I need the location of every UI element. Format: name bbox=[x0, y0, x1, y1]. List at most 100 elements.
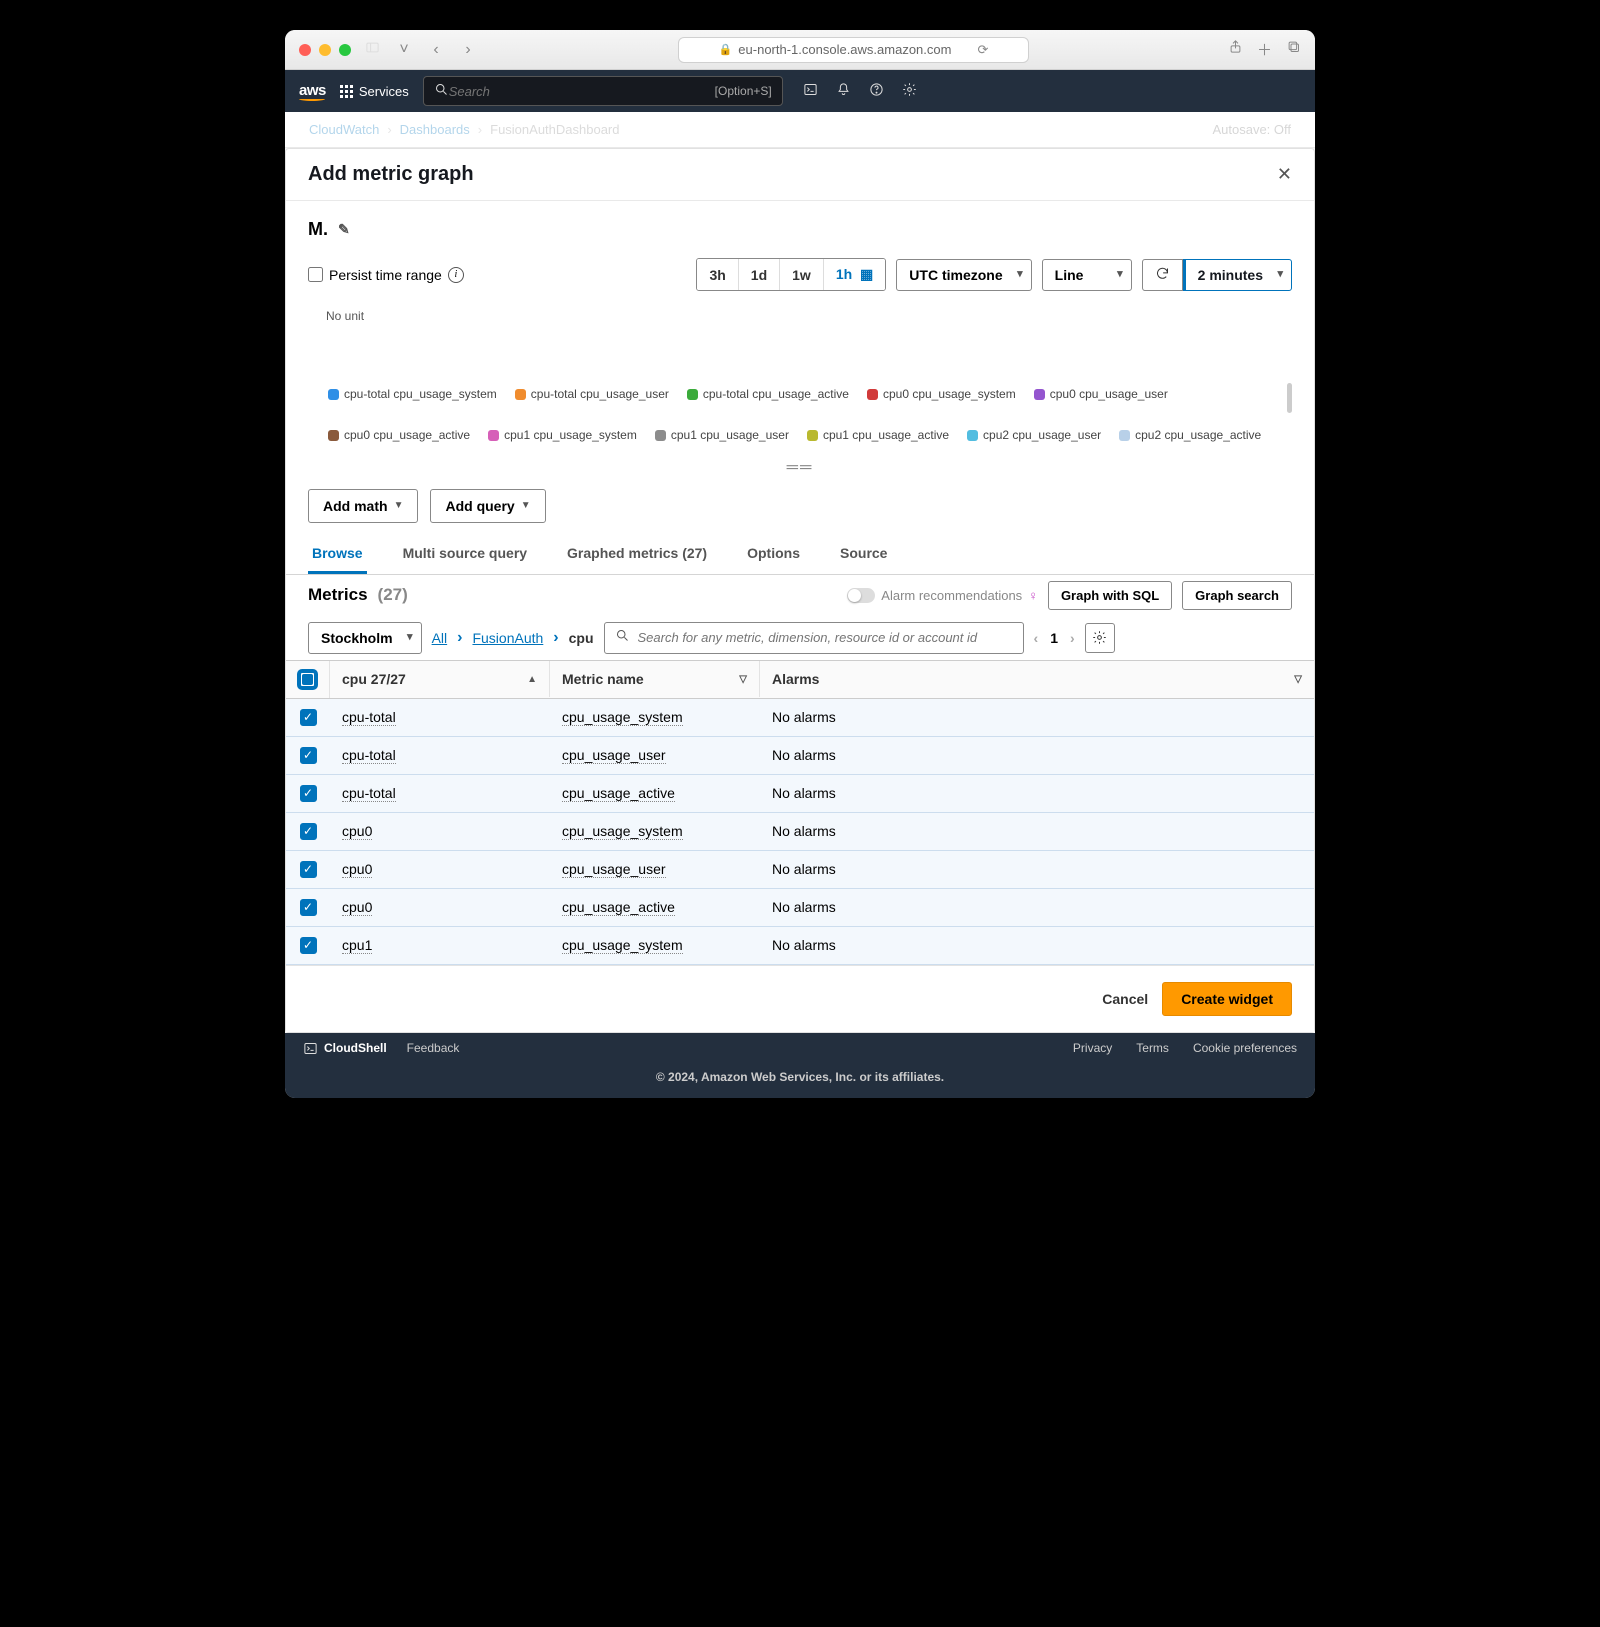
tab-graphed[interactable]: Graphed metrics (27) bbox=[563, 535, 711, 574]
legend-scrollbar[interactable] bbox=[1287, 383, 1292, 413]
metric-cell: cpu_usage_system bbox=[562, 709, 683, 726]
help-icon[interactable] bbox=[869, 82, 884, 100]
row-checkbox[interactable]: ✓ bbox=[300, 747, 317, 764]
aws-search-input[interactable] bbox=[449, 84, 715, 99]
metric-search[interactable] bbox=[604, 622, 1024, 654]
cookie-link[interactable]: Cookie preferences bbox=[1193, 1041, 1297, 1055]
range-1w[interactable]: 1w bbox=[780, 259, 824, 290]
persist-checkbox-input[interactable] bbox=[308, 267, 323, 282]
row-checkbox[interactable]: ✓ bbox=[300, 785, 317, 802]
table-row[interactable]: ✓ cpu1 cpu_usage_system No alarms bbox=[286, 927, 1314, 965]
back-button[interactable]: ‹ bbox=[425, 41, 447, 59]
tab-multi-source[interactable]: Multi source query bbox=[399, 535, 531, 574]
close-button[interactable]: ✕ bbox=[1277, 164, 1292, 185]
legend-item[interactable]: cpu0 cpu_usage_active bbox=[328, 424, 470, 447]
table-settings-button[interactable] bbox=[1085, 623, 1115, 653]
col-alarms-header[interactable]: Alarms▽ bbox=[760, 661, 1314, 697]
info-icon[interactable]: i bbox=[448, 267, 464, 283]
refresh-interval-select[interactable]: 2 minutes bbox=[1183, 259, 1292, 291]
legend-item[interactable]: cpu-total cpu_usage_active bbox=[687, 383, 849, 406]
forward-button[interactable]: › bbox=[457, 41, 479, 59]
terms-link[interactable]: Terms bbox=[1136, 1041, 1169, 1055]
privacy-link[interactable]: Privacy bbox=[1073, 1041, 1112, 1055]
legend-item[interactable]: cpu1 cpu_usage_system bbox=[488, 424, 637, 447]
aws-search[interactable]: [Option+S] bbox=[423, 76, 783, 106]
legend-item[interactable]: cpu1 cpu_usage_user bbox=[655, 424, 789, 447]
table-row[interactable]: ✓ cpu-total cpu_usage_system No alarms bbox=[286, 699, 1314, 737]
select-all-header[interactable] bbox=[286, 661, 330, 698]
tab-options[interactable]: Options bbox=[743, 535, 804, 574]
crumb-all[interactable]: All bbox=[432, 630, 448, 646]
col-cpu-header[interactable]: cpu 27/27▲ bbox=[330, 661, 550, 697]
cloudshell-link[interactable]: CloudShell bbox=[303, 1041, 387, 1056]
table-row[interactable]: ✓ cpu0 cpu_usage_user No alarms bbox=[286, 851, 1314, 889]
page-prev[interactable]: ‹ bbox=[1034, 630, 1039, 646]
sort-icon: ▽ bbox=[1294, 674, 1302, 685]
services-menu[interactable]: Services bbox=[340, 84, 409, 99]
legend-item[interactable]: cpu-total cpu_usage_user bbox=[515, 383, 669, 406]
notifications-icon[interactable] bbox=[836, 82, 851, 100]
legend-item[interactable]: cpu-total cpu_usage_system bbox=[328, 383, 497, 406]
legend-item[interactable]: cpu1 cpu_usage_active bbox=[807, 424, 949, 447]
cpu-cell: cpu-total bbox=[342, 709, 396, 726]
tabs-icon[interactable] bbox=[1286, 39, 1301, 60]
table-row[interactable]: ✓ cpu0 cpu_usage_active No alarms bbox=[286, 889, 1314, 927]
share-icon[interactable] bbox=[1228, 39, 1243, 60]
tab-browse[interactable]: Browse bbox=[308, 535, 367, 574]
sidebar-toggle-icon[interactable] bbox=[361, 40, 383, 60]
metric-search-input[interactable] bbox=[638, 630, 1013, 645]
close-window-button[interactable] bbox=[299, 44, 311, 56]
aws-logo[interactable]: aws bbox=[299, 82, 326, 101]
bc-cloudwatch[interactable]: CloudWatch bbox=[309, 122, 379, 137]
tab-source[interactable]: Source bbox=[836, 535, 891, 574]
legend-item[interactable]: cpu0 cpu_usage_system bbox=[867, 383, 1016, 406]
maximize-window-button[interactable] bbox=[339, 44, 351, 56]
range-3h[interactable]: 3h bbox=[697, 259, 738, 290]
address-bar[interactable]: 🔒 eu-north-1.console.aws.amazon.com ⟳ bbox=[678, 37, 1030, 63]
row-checkbox[interactable]: ✓ bbox=[300, 937, 317, 954]
feedback-link[interactable]: Feedback bbox=[407, 1041, 460, 1055]
table-row[interactable]: ✓ cpu0 cpu_usage_system No alarms bbox=[286, 813, 1314, 851]
cloudshell-icon[interactable] bbox=[803, 82, 818, 100]
resize-handle[interactable]: ══ bbox=[308, 459, 1292, 477]
refresh-button[interactable] bbox=[1142, 259, 1183, 291]
add-query-button[interactable]: Add query▼ bbox=[430, 489, 545, 523]
range-1h[interactable]: 1h ▦ bbox=[824, 259, 885, 290]
persist-checkbox[interactable]: Persist time range i bbox=[308, 267, 464, 283]
edit-name-icon[interactable]: ✎ bbox=[338, 221, 350, 238]
col-metric-header[interactable]: Metric name▽ bbox=[550, 661, 760, 697]
graph-sql-button[interactable]: Graph with SQL bbox=[1048, 581, 1172, 610]
select-all-checkbox[interactable] bbox=[299, 671, 316, 688]
table-row[interactable]: ✓ cpu-total cpu_usage_user No alarms bbox=[286, 737, 1314, 775]
crumb-namespace[interactable]: FusionAuth bbox=[472, 630, 543, 646]
table-row[interactable]: ✓ cpu-total cpu_usage_active No alarms bbox=[286, 775, 1314, 813]
graph-search-button[interactable]: Graph search bbox=[1182, 581, 1292, 610]
range-1d[interactable]: 1d bbox=[739, 259, 780, 290]
bc-leaf: FusionAuthDashboard bbox=[490, 122, 619, 137]
legend-item[interactable]: cpu2 cpu_usage_active bbox=[1119, 424, 1261, 447]
legend-item[interactable]: cpu2 cpu_usage_user bbox=[967, 424, 1101, 447]
bc-dashboards[interactable]: Dashboards bbox=[400, 122, 470, 137]
settings-icon[interactable] bbox=[902, 82, 917, 100]
row-checkbox[interactable]: ✓ bbox=[300, 709, 317, 726]
legend-item[interactable]: cpu0 cpu_usage_user bbox=[1034, 383, 1168, 406]
legend-label: cpu2 cpu_usage_user bbox=[983, 424, 1101, 447]
chart-type-select[interactable]: Line bbox=[1042, 259, 1132, 291]
page-next[interactable]: › bbox=[1070, 630, 1075, 646]
cancel-button[interactable]: Cancel bbox=[1102, 982, 1148, 1016]
address-bar-wrap: 🔒 eu-north-1.console.aws.amazon.com ⟳ bbox=[489, 37, 1218, 63]
minimize-window-button[interactable] bbox=[319, 44, 331, 56]
calendar-icon[interactable]: ▦ bbox=[856, 266, 873, 282]
row-checkbox[interactable]: ✓ bbox=[300, 899, 317, 916]
reload-icon[interactable]: ⟳ bbox=[977, 42, 988, 58]
toggle-icon[interactable] bbox=[847, 588, 875, 603]
chevron-down-icon[interactable]: ˅ bbox=[393, 41, 415, 59]
region-select[interactable]: Stockholm bbox=[308, 622, 422, 654]
alarm-recommendations-toggle[interactable]: Alarm recommendations ♀ bbox=[847, 588, 1038, 603]
row-checkbox[interactable]: ✓ bbox=[300, 861, 317, 878]
add-math-button[interactable]: Add math▼ bbox=[308, 489, 418, 523]
new-tab-icon[interactable]: ＋ bbox=[1257, 39, 1272, 60]
row-checkbox[interactable]: ✓ bbox=[300, 823, 317, 840]
timezone-select[interactable]: UTC timezone bbox=[896, 259, 1031, 291]
create-widget-button[interactable]: Create widget bbox=[1162, 982, 1292, 1016]
